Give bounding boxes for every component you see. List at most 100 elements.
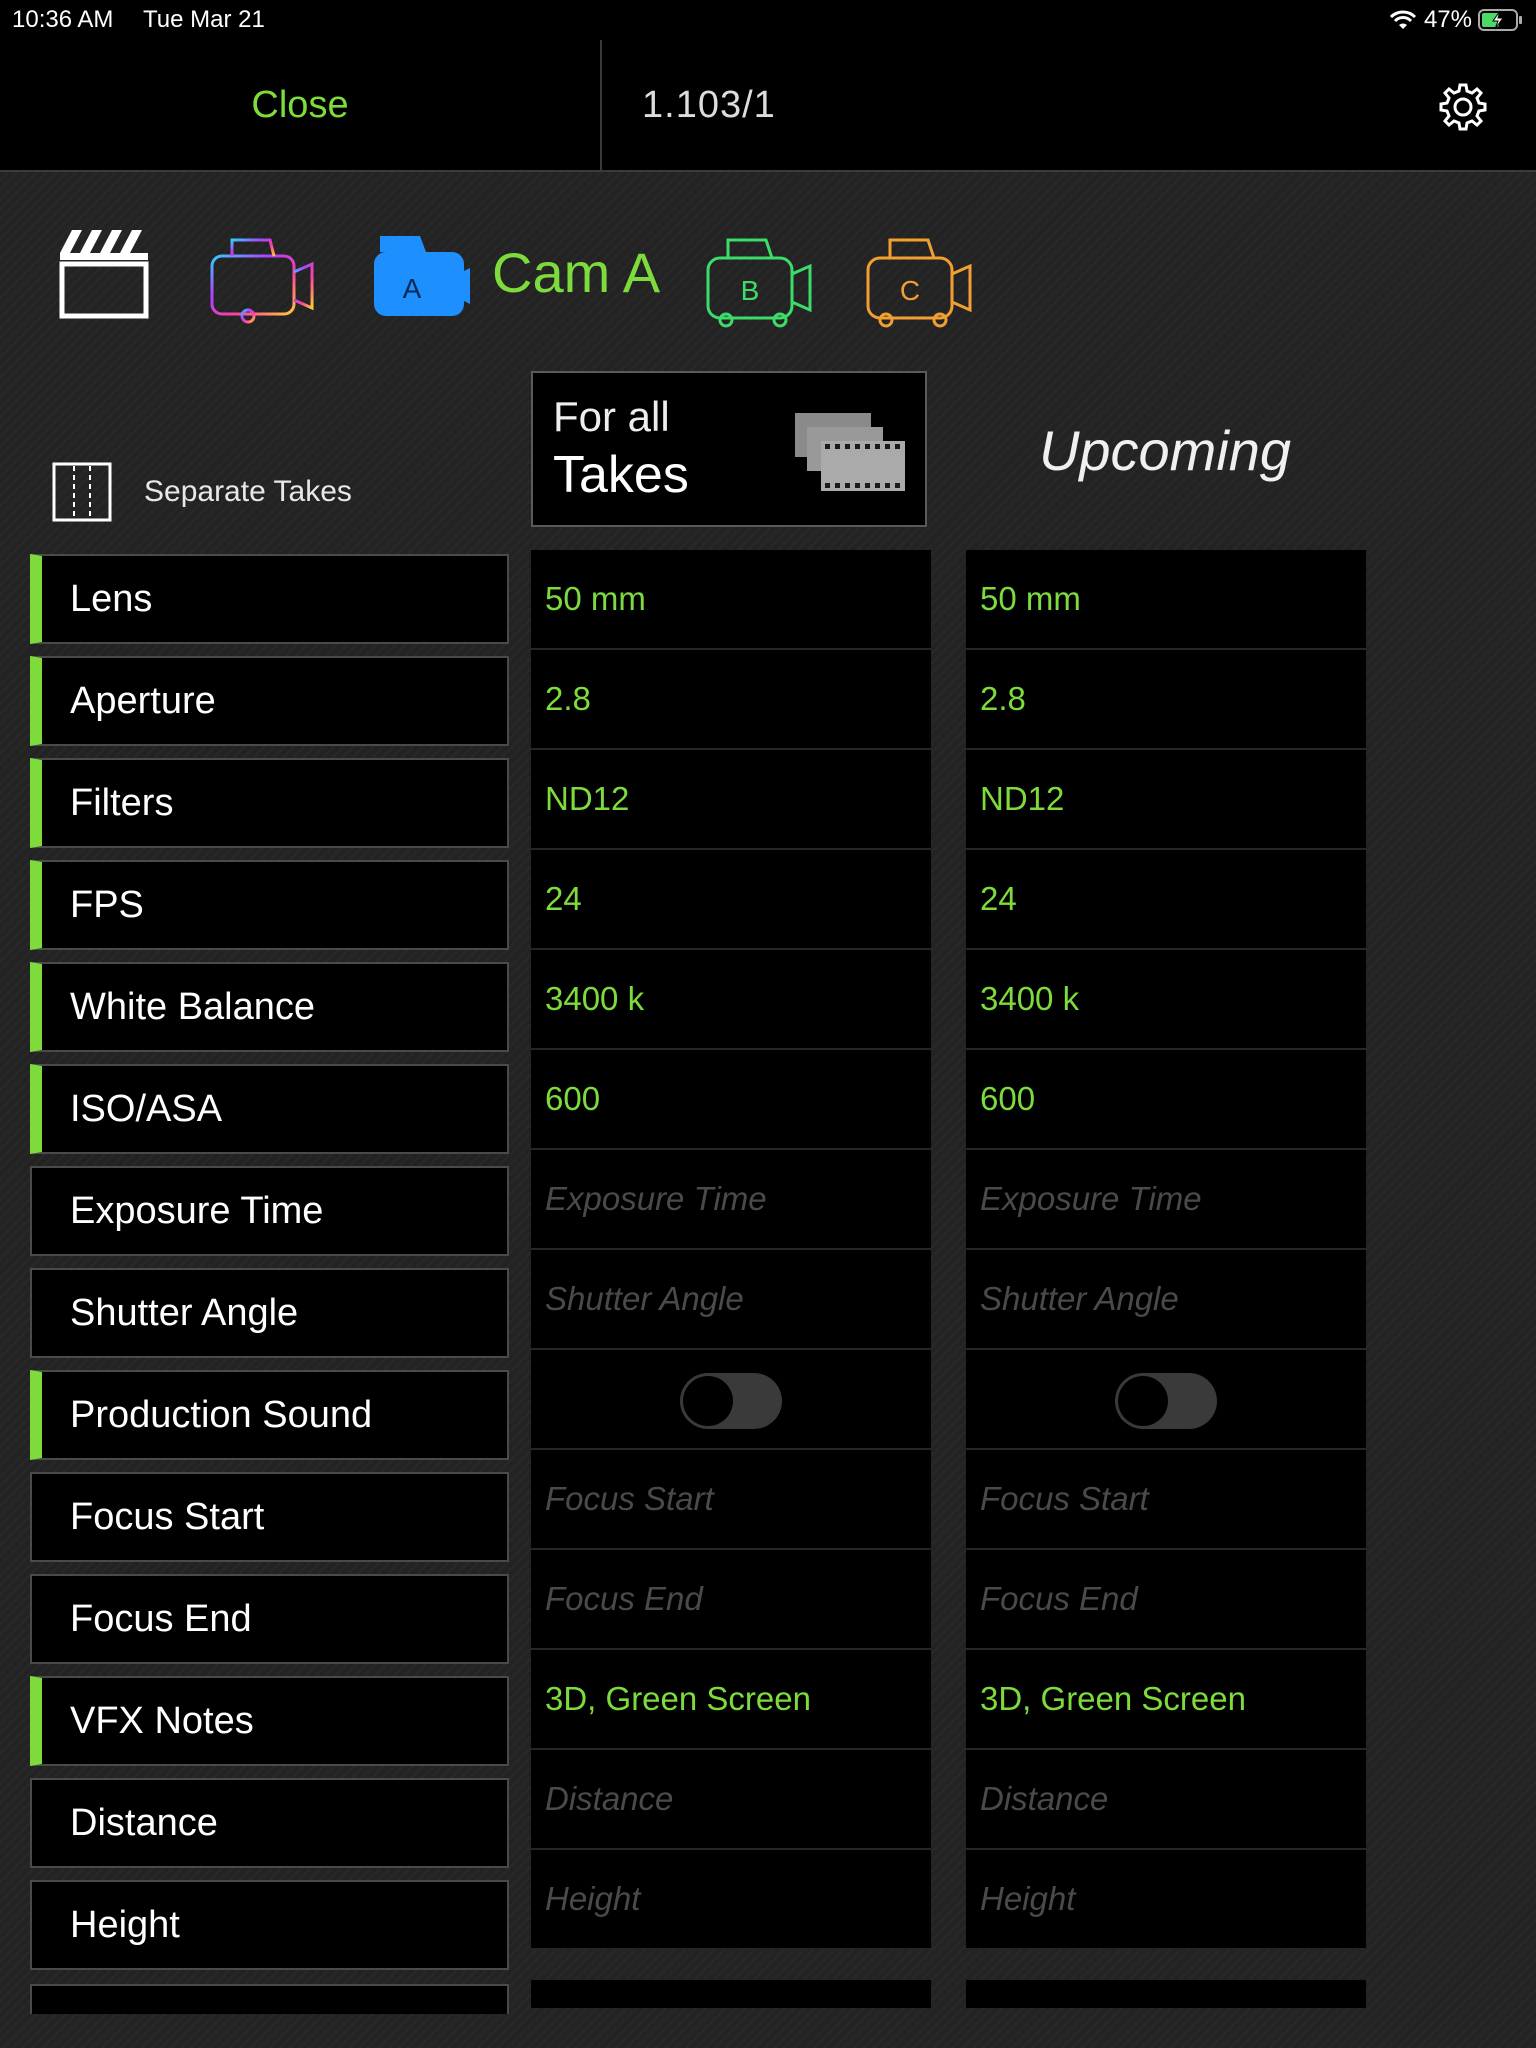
partial-label-row <box>30 1984 509 2014</box>
all-cameras-icon[interactable] <box>210 238 314 324</box>
wifi-icon <box>1389 10 1417 29</box>
for-all-takes-button[interactable]: For all Takes <box>531 371 927 527</box>
upcoming-value-field[interactable]: Shutter Angle <box>966 1250 1366 1350</box>
field-label: Production Sound <box>70 1393 373 1436</box>
for-all-value-field[interactable]: 3D, Green Screen <box>531 1650 931 1750</box>
for-all-value-field[interactable]: Exposure Time <box>531 1150 931 1250</box>
film-strips-icon <box>795 413 905 491</box>
gear-icon[interactable] <box>1436 80 1490 134</box>
field-label: Focus End <box>70 1597 252 1640</box>
field-label-row[interactable]: Lens <box>30 554 509 644</box>
upcoming-value-field[interactable]: Distance <box>966 1750 1366 1850</box>
upcoming-value-field[interactable]: Focus End <box>966 1550 1366 1650</box>
field-label-row[interactable]: Filters <box>30 758 509 848</box>
field-label-row[interactable]: Focus Start <box>30 1472 509 1562</box>
upcoming-value-field[interactable]: Height <box>966 1850 1366 1950</box>
for-all-value-field[interactable]: Focus Start <box>531 1450 931 1550</box>
close-button[interactable]: Close <box>0 40 600 170</box>
field-placeholder: Exposure Time <box>545 1180 767 1217</box>
upcoming-value-field[interactable]: 2.8 <box>966 650 1366 750</box>
toggle-knob <box>683 1376 733 1426</box>
nav-bar: Close 1.103/1 <box>0 40 1536 172</box>
field-value: 3D, Green Screen <box>980 1680 1246 1717</box>
for-all-value-field[interactable]: 2.8 <box>531 650 931 750</box>
upcoming-value-field[interactable]: 3400 k <box>966 950 1366 1050</box>
for-all-takes-column: 50 mm 2.8 ND12 24 3400 k 600 Exposure Time Shut… <box>531 550 931 1950</box>
field-value: 3D, Green Screen <box>545 1680 811 1717</box>
field-placeholder: Shutter Angle <box>545 1280 744 1317</box>
field-label-row[interactable]: VFX Notes <box>30 1676 509 1766</box>
clapperboard-icon[interactable] <box>59 230 149 319</box>
field-value: ND12 <box>545 780 630 817</box>
field-placeholder: Focus Start <box>545 1480 714 1517</box>
for-all-value-field[interactable]: 600 <box>531 1050 931 1150</box>
production-sound-toggle[interactable] <box>680 1373 782 1429</box>
field-placeholder: Distance <box>980 1780 1109 1817</box>
status-date: Tue Mar 21 <box>143 6 265 33</box>
field-value: 2.8 <box>545 680 591 717</box>
upcoming-value-field[interactable]: 50 mm <box>966 550 1366 650</box>
upcoming-header: Upcoming <box>1038 418 1292 482</box>
camera-c-letter: C <box>900 275 920 306</box>
upcoming-value-field[interactable]: Focus Start <box>966 1450 1366 1550</box>
for-all-value-field[interactable]: Distance <box>531 1750 931 1850</box>
field-label-row[interactable]: Aperture <box>30 656 509 746</box>
upcoming-value-field[interactable]: 600 <box>966 1050 1366 1150</box>
for-all-value-field[interactable]: Shutter Angle <box>531 1250 931 1350</box>
upcoming-column: 50 mm 2.8 ND12 24 3400 k 600 Exposure Time Shut… <box>966 550 1366 1950</box>
field-placeholder: Focus Start <box>980 1480 1149 1517</box>
field-label-row[interactable]: Focus End <box>30 1574 509 1664</box>
field-label: Lens <box>70 577 153 620</box>
field-value: 50 mm <box>980 580 1081 617</box>
field-placeholder: Exposure Time <box>980 1180 1202 1217</box>
field-label-row[interactable]: Height <box>30 1880 509 1970</box>
selected-camera-label: Cam A <box>492 241 661 304</box>
field-label-row[interactable]: Production Sound <box>30 1370 509 1460</box>
field-value: 50 mm <box>545 580 646 617</box>
camera-b-letter: B <box>741 275 760 306</box>
upcoming-value-field[interactable]: 24 <box>966 850 1366 950</box>
field-value: 2.8 <box>980 680 1026 717</box>
field-label-row[interactable]: White Balance <box>30 962 509 1052</box>
field-value: 24 <box>545 880 582 917</box>
field-label-row[interactable]: Distance <box>30 1778 509 1868</box>
field-value: 600 <box>545 1080 601 1117</box>
nav-divider <box>600 40 602 170</box>
field-label-row[interactable]: Exposure Time <box>30 1166 509 1256</box>
field-value: 24 <box>980 880 1017 917</box>
field-placeholder: Shutter Angle <box>980 1280 1179 1317</box>
for-all-value-field[interactable]: ND12 <box>531 750 931 850</box>
battery-percent: 47% <box>1423 6 1472 33</box>
field-label-row[interactable]: FPS <box>30 860 509 950</box>
upcoming-value-field[interactable] <box>966 1350 1366 1450</box>
for-all-value-field[interactable]: Focus End <box>531 1550 931 1650</box>
upcoming-value-field[interactable]: 3D, Green Screen <box>966 1650 1366 1750</box>
for-all-value-field[interactable] <box>531 1350 931 1450</box>
partial-value-row <box>531 1980 931 2008</box>
production-sound-toggle[interactable] <box>1115 1373 1217 1429</box>
upcoming-value-field[interactable]: Exposure Time <box>966 1150 1366 1250</box>
for-all-value-field[interactable]: Height <box>531 1850 931 1950</box>
separate-takes-label: Separate Takes <box>144 475 352 508</box>
field-value: 600 <box>980 1080 1036 1117</box>
field-placeholder: Distance <box>545 1780 674 1817</box>
toggle-knob <box>1118 1376 1168 1426</box>
field-placeholder: Focus End <box>545 1580 703 1617</box>
status-time: 10:36 AM <box>12 6 114 33</box>
camera-a-letter: A <box>403 273 422 304</box>
for-all-value-field[interactable]: 24 <box>531 850 931 950</box>
camera-a-icon[interactable]: A <box>374 236 470 316</box>
for-all-value-field[interactable]: 50 mm <box>531 550 931 650</box>
field-label: Focus Start <box>70 1495 265 1538</box>
field-label: Exposure Time <box>70 1189 324 1232</box>
upcoming-value-field[interactable]: ND12 <box>966 750 1366 850</box>
partial-value-row <box>966 1980 1366 2008</box>
for-all-value-field[interactable]: 3400 k <box>531 950 931 1050</box>
field-value: ND12 <box>980 780 1065 817</box>
field-label: White Balance <box>70 985 316 1028</box>
field-label-row[interactable]: ISO/ASA <box>30 1064 509 1154</box>
battery-charging-icon <box>1478 9 1522 31</box>
separate-takes-button[interactable]: Separate Takes <box>50 460 352 524</box>
field-label-row[interactable]: Shutter Angle <box>30 1268 509 1358</box>
field-placeholder: Height <box>545 1880 641 1917</box>
